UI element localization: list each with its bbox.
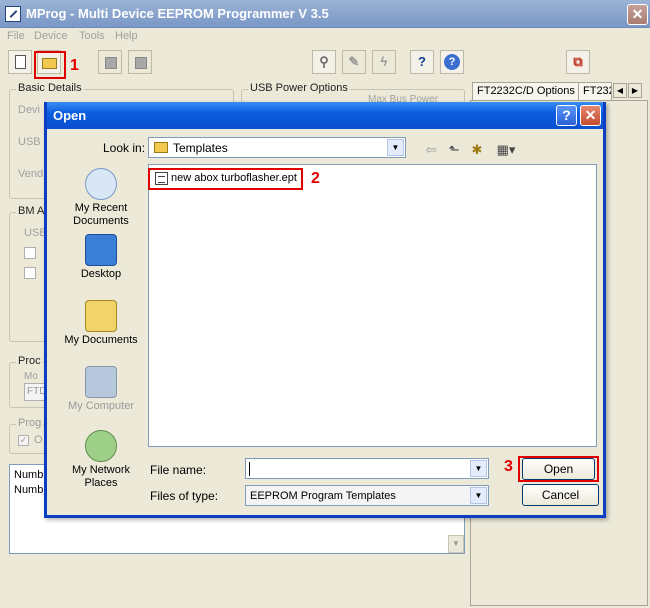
main-title-bar: MProg - Multi Device EEPROM Programmer V… <box>0 0 650 28</box>
place-my-documents[interactable]: My Documents <box>57 300 145 347</box>
open-button[interactable]: Open <box>522 458 595 480</box>
place-label: My Network <box>71 464 131 476</box>
log-line: Numb <box>14 484 44 496</box>
place-label: Places <box>84 477 118 489</box>
write-button[interactable]: ✎ <box>342 50 366 74</box>
question-mark-icon: ? <box>418 54 426 69</box>
product-group-label: Proc <box>16 355 43 367</box>
recent-documents-icon <box>85 168 117 200</box>
info-icon: ? <box>444 54 460 70</box>
back-arrow-icon[interactable]: ⇦ <box>421 140 441 160</box>
look-in-dropdown[interactable]: Templates ▼ <box>148 137 406 158</box>
app-icon <box>5 6 21 22</box>
tab-scroll-left[interactable]: ◀ <box>613 83 627 98</box>
mode-fragment: Mo <box>24 371 38 382</box>
callout-number-3: 3 <box>504 458 513 475</box>
look-in-label: Look in: <box>103 141 146 155</box>
up-folder-icon[interactable]: ⬑ <box>444 140 464 160</box>
cancel-button[interactable]: Cancel <box>522 484 599 506</box>
bm-checkbox-1[interactable] <box>24 247 36 259</box>
basic-fragment-vendor: Vend <box>18 168 44 180</box>
log-line: Numb <box>14 469 44 481</box>
place-label: My Documents <box>64 334 138 346</box>
place-label: Documents <box>73 215 129 227</box>
menu-help[interactable]: Help <box>115 30 138 42</box>
file-name-input[interactable]: ▼ <box>245 458 489 479</box>
search-button[interactable]: ⚲ <box>312 50 336 74</box>
programming-group-label: Prog <box>16 417 44 429</box>
folder-icon <box>154 142 168 153</box>
file-name-label: File name: <box>150 463 207 477</box>
mprog-window: MProg - Multi Device EEPROM Programmer V… <box>0 0 650 608</box>
app-title: MProg - Multi Device EEPROM Programmer V… <box>26 6 329 21</box>
chevron-down-icon[interactable]: ▼ <box>470 460 487 477</box>
program-button[interactable] <box>98 50 122 74</box>
window-options-icon: ⧉ <box>573 54 583 69</box>
callout-box-2 <box>148 168 303 190</box>
menu-device[interactable]: Device <box>34 30 68 42</box>
about-button[interactable]: ? <box>440 50 464 74</box>
usb-power-options-label: USB Power Options <box>248 82 350 94</box>
open-dialog-title-bar: Open ? ✕ <box>47 102 603 129</box>
bm-checkbox-2[interactable] <box>24 267 36 279</box>
place-label: My Computer <box>67 400 135 412</box>
place-network[interactable]: My Network Places <box>57 430 145 490</box>
main-close-button[interactable]: ✕ <box>627 4 648 25</box>
place-recent-documents[interactable]: My Recent Documents <box>57 168 145 228</box>
log-scroll-down[interactable]: ▼ <box>448 535 464 553</box>
bm-options-label: BM A <box>16 205 47 217</box>
place-label: Desktop <box>80 268 122 280</box>
chevron-down-icon[interactable]: ▼ <box>470 487 487 504</box>
callout-number-1: 1 <box>70 57 79 74</box>
open-dialog-title: Open <box>53 108 87 123</box>
view-menu-icon[interactable]: ▦▾ <box>491 140 521 160</box>
my-documents-icon <box>85 300 117 332</box>
basic-fragment-device: Devi <box>18 104 41 116</box>
tab-scroll-right[interactable]: ▶ <box>628 83 642 98</box>
tab-ft2232cd-options[interactable]: FT2232C/D Options <box>472 82 580 100</box>
options-button[interactable]: ⧉ <box>566 50 590 74</box>
dialog-help-button[interactable]: ? <box>556 105 577 126</box>
network-places-icon <box>85 430 117 462</box>
basic-details-label: Basic Details <box>16 82 84 94</box>
new-folder-icon[interactable]: ✱ <box>467 140 487 160</box>
files-of-type-label: Files of type: <box>150 489 219 503</box>
text-caret <box>249 462 250 476</box>
usb-power-options-group: USB Power Options Max Bus Power <box>241 82 465 105</box>
menu-bar: File Device Tools Help <box>0 28 650 46</box>
stop-icon <box>135 57 147 69</box>
file-list: new abox turboflasher.ept 2 <box>148 164 597 447</box>
device-tabs: FT2232C/D Options FT232 ◀ ▶ <box>470 82 650 100</box>
programming-option-fragment: O <box>34 434 43 446</box>
place-my-computer[interactable]: My Computer <box>57 366 145 413</box>
help-button[interactable]: ? <box>410 50 434 74</box>
new-document-icon <box>15 55 26 69</box>
toolbar: 1 ⚲ ✎ ϟ ? ? ⧉ <box>0 48 650 80</box>
files-of-type-dropdown[interactable]: EEPROM Program Templates ▼ <box>245 485 489 506</box>
place-label: My Recent <box>74 202 128 214</box>
menu-tools[interactable]: Tools <box>79 30 105 42</box>
callout-box-1 <box>34 51 66 79</box>
places-bar: My Recent Documents Desktop My Documents… <box>57 164 145 489</box>
my-computer-icon <box>85 366 117 398</box>
callout-number-2: 2 <box>311 170 320 187</box>
menu-file[interactable]: File <box>7 30 25 42</box>
programming-checkbox[interactable]: ✓ <box>18 435 29 446</box>
place-desktop[interactable]: Desktop <box>57 234 145 281</box>
stop-icon <box>105 57 117 69</box>
new-file-button[interactable] <box>8 50 32 74</box>
files-of-type-value: EEPROM Program Templates <box>250 490 396 502</box>
write-device-icon: ✎ <box>348 54 360 69</box>
tab-ft232[interactable]: FT232 <box>578 82 612 100</box>
desktop-icon <box>85 234 117 266</box>
magnifier-icon: ⚲ <box>319 54 329 69</box>
basic-fragment-usb: USB <box>18 136 41 148</box>
erase-button[interactable] <box>128 50 152 74</box>
chevron-down-icon[interactable]: ▼ <box>387 139 404 156</box>
look-in-value: Templates <box>173 141 228 155</box>
lightning-icon: ϟ <box>380 54 388 69</box>
dialog-close-button[interactable]: ✕ <box>580 105 601 126</box>
flash-button[interactable]: ϟ <box>372 50 396 74</box>
open-dialog: Open ? ✕ Look in: Templates ▼ ⇦ ⬑ ✱ ▦▾ M… <box>44 102 606 518</box>
